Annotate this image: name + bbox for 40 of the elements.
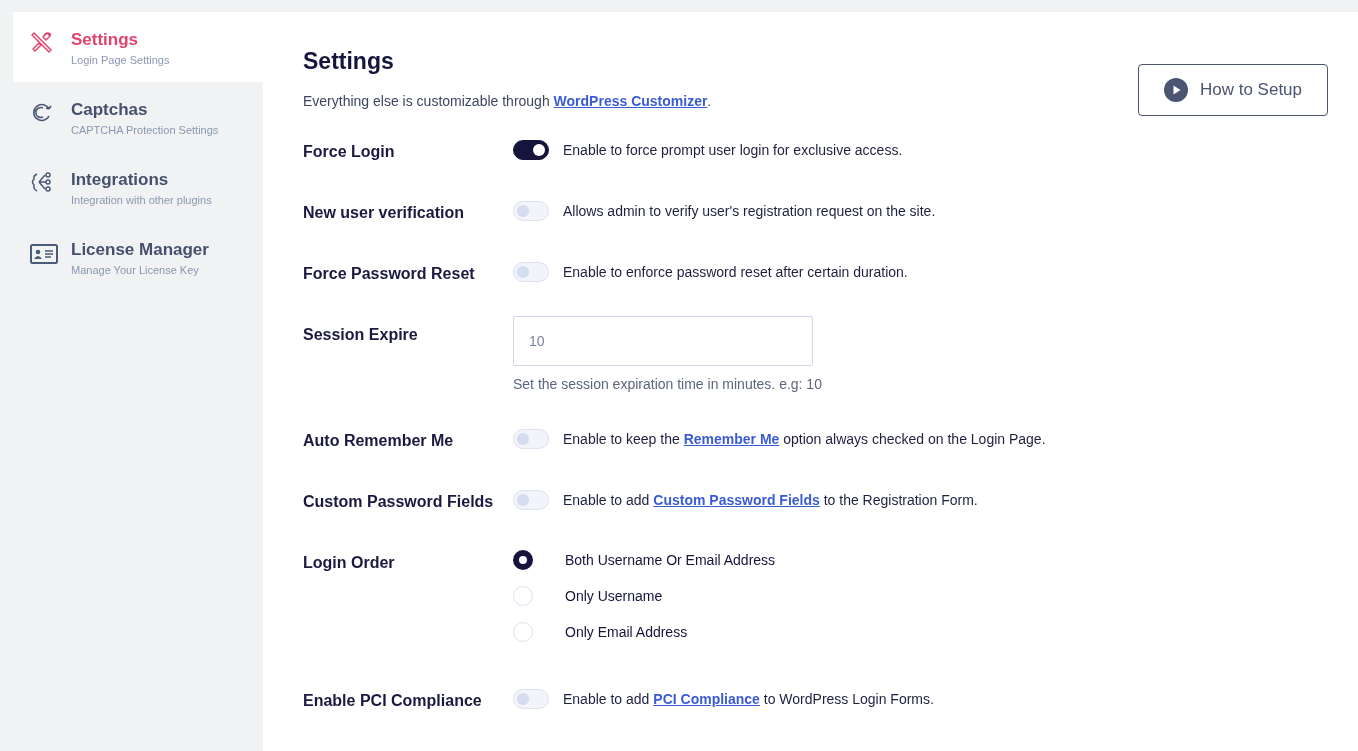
setting-description: Allows admin to verify user's registration request on the site. xyxy=(563,203,936,219)
setting-label: Session Expire xyxy=(303,325,419,344)
setting-label: Login Order xyxy=(303,553,396,572)
sidebar-item-subtitle: Integration with other plugins xyxy=(71,194,212,206)
setting-description: Enable to enforce password reset after certain duration. xyxy=(563,264,908,280)
link[interactable]: Custom Password Fields xyxy=(653,492,820,508)
radio-button[interactable] xyxy=(513,550,533,570)
sidebar-item[interactable]: Integrations Integration with other plugins xyxy=(13,152,263,222)
radio-label[interactable]: Both Username Or Email Address xyxy=(565,552,776,568)
sidebar-item-title: Integrations xyxy=(71,170,170,190)
field-hint: Set the session expiration time in minutes. e.g: 10 xyxy=(513,376,823,392)
radio-label[interactable]: Only Username xyxy=(565,588,663,604)
sidebar-item-title: License Manager xyxy=(71,240,209,260)
setting-label: Auto Remember Me xyxy=(303,431,455,450)
setting-description: Enable to add Custom Password Fields to the Registration Form. xyxy=(563,492,978,508)
how-to-setup-button[interactable]: How to Setup xyxy=(1138,64,1328,116)
link[interactable]: Remember Me xyxy=(683,431,780,447)
radio-label[interactable]: Only Email Address xyxy=(565,624,688,640)
setting-label: Enable PCI Compliance xyxy=(303,691,483,710)
setting-label: New user verification xyxy=(303,203,465,222)
setting-label: Force Password Reset xyxy=(303,264,476,283)
setting-description: Enable to force prompt user login for exclusive access. xyxy=(563,142,903,158)
sidebar-item[interactable]: Settings Login Page Settings xyxy=(13,12,263,82)
setting-label: Custom Password Fields xyxy=(303,492,495,511)
link[interactable]: WordPress Customizer xyxy=(553,93,708,109)
session-expire-field[interactable]: 10 xyxy=(513,316,813,366)
page-title: Settings xyxy=(303,48,395,75)
sidebar-item-subtitle: CAPTCHA Protection Settings xyxy=(71,124,219,136)
setting-description: Enable to keep the Remember Me option always checked on the Login Page. xyxy=(563,431,1046,447)
link[interactable]: PCI Compliance xyxy=(653,691,760,707)
sidebar-item-title: Captchas xyxy=(71,100,149,120)
setting-label: Force Login xyxy=(303,142,396,161)
sidebar-item-subtitle: Manage Your License Key xyxy=(71,264,200,276)
setting-description: Enable to add PCI Compliance to WordPress Login Forms. xyxy=(563,691,934,707)
sidebar-item-subtitle: Login Page Settings xyxy=(71,54,170,66)
play-icon xyxy=(1163,78,1188,102)
toggle-switch[interactable] xyxy=(513,140,549,160)
sidebar-item-title: Settings xyxy=(71,30,140,50)
sidebar-item[interactable]: License Manager Manage Your License Key xyxy=(13,222,263,292)
sidebar-item[interactable]: Captchas CAPTCHA Protection Settings xyxy=(13,82,263,152)
